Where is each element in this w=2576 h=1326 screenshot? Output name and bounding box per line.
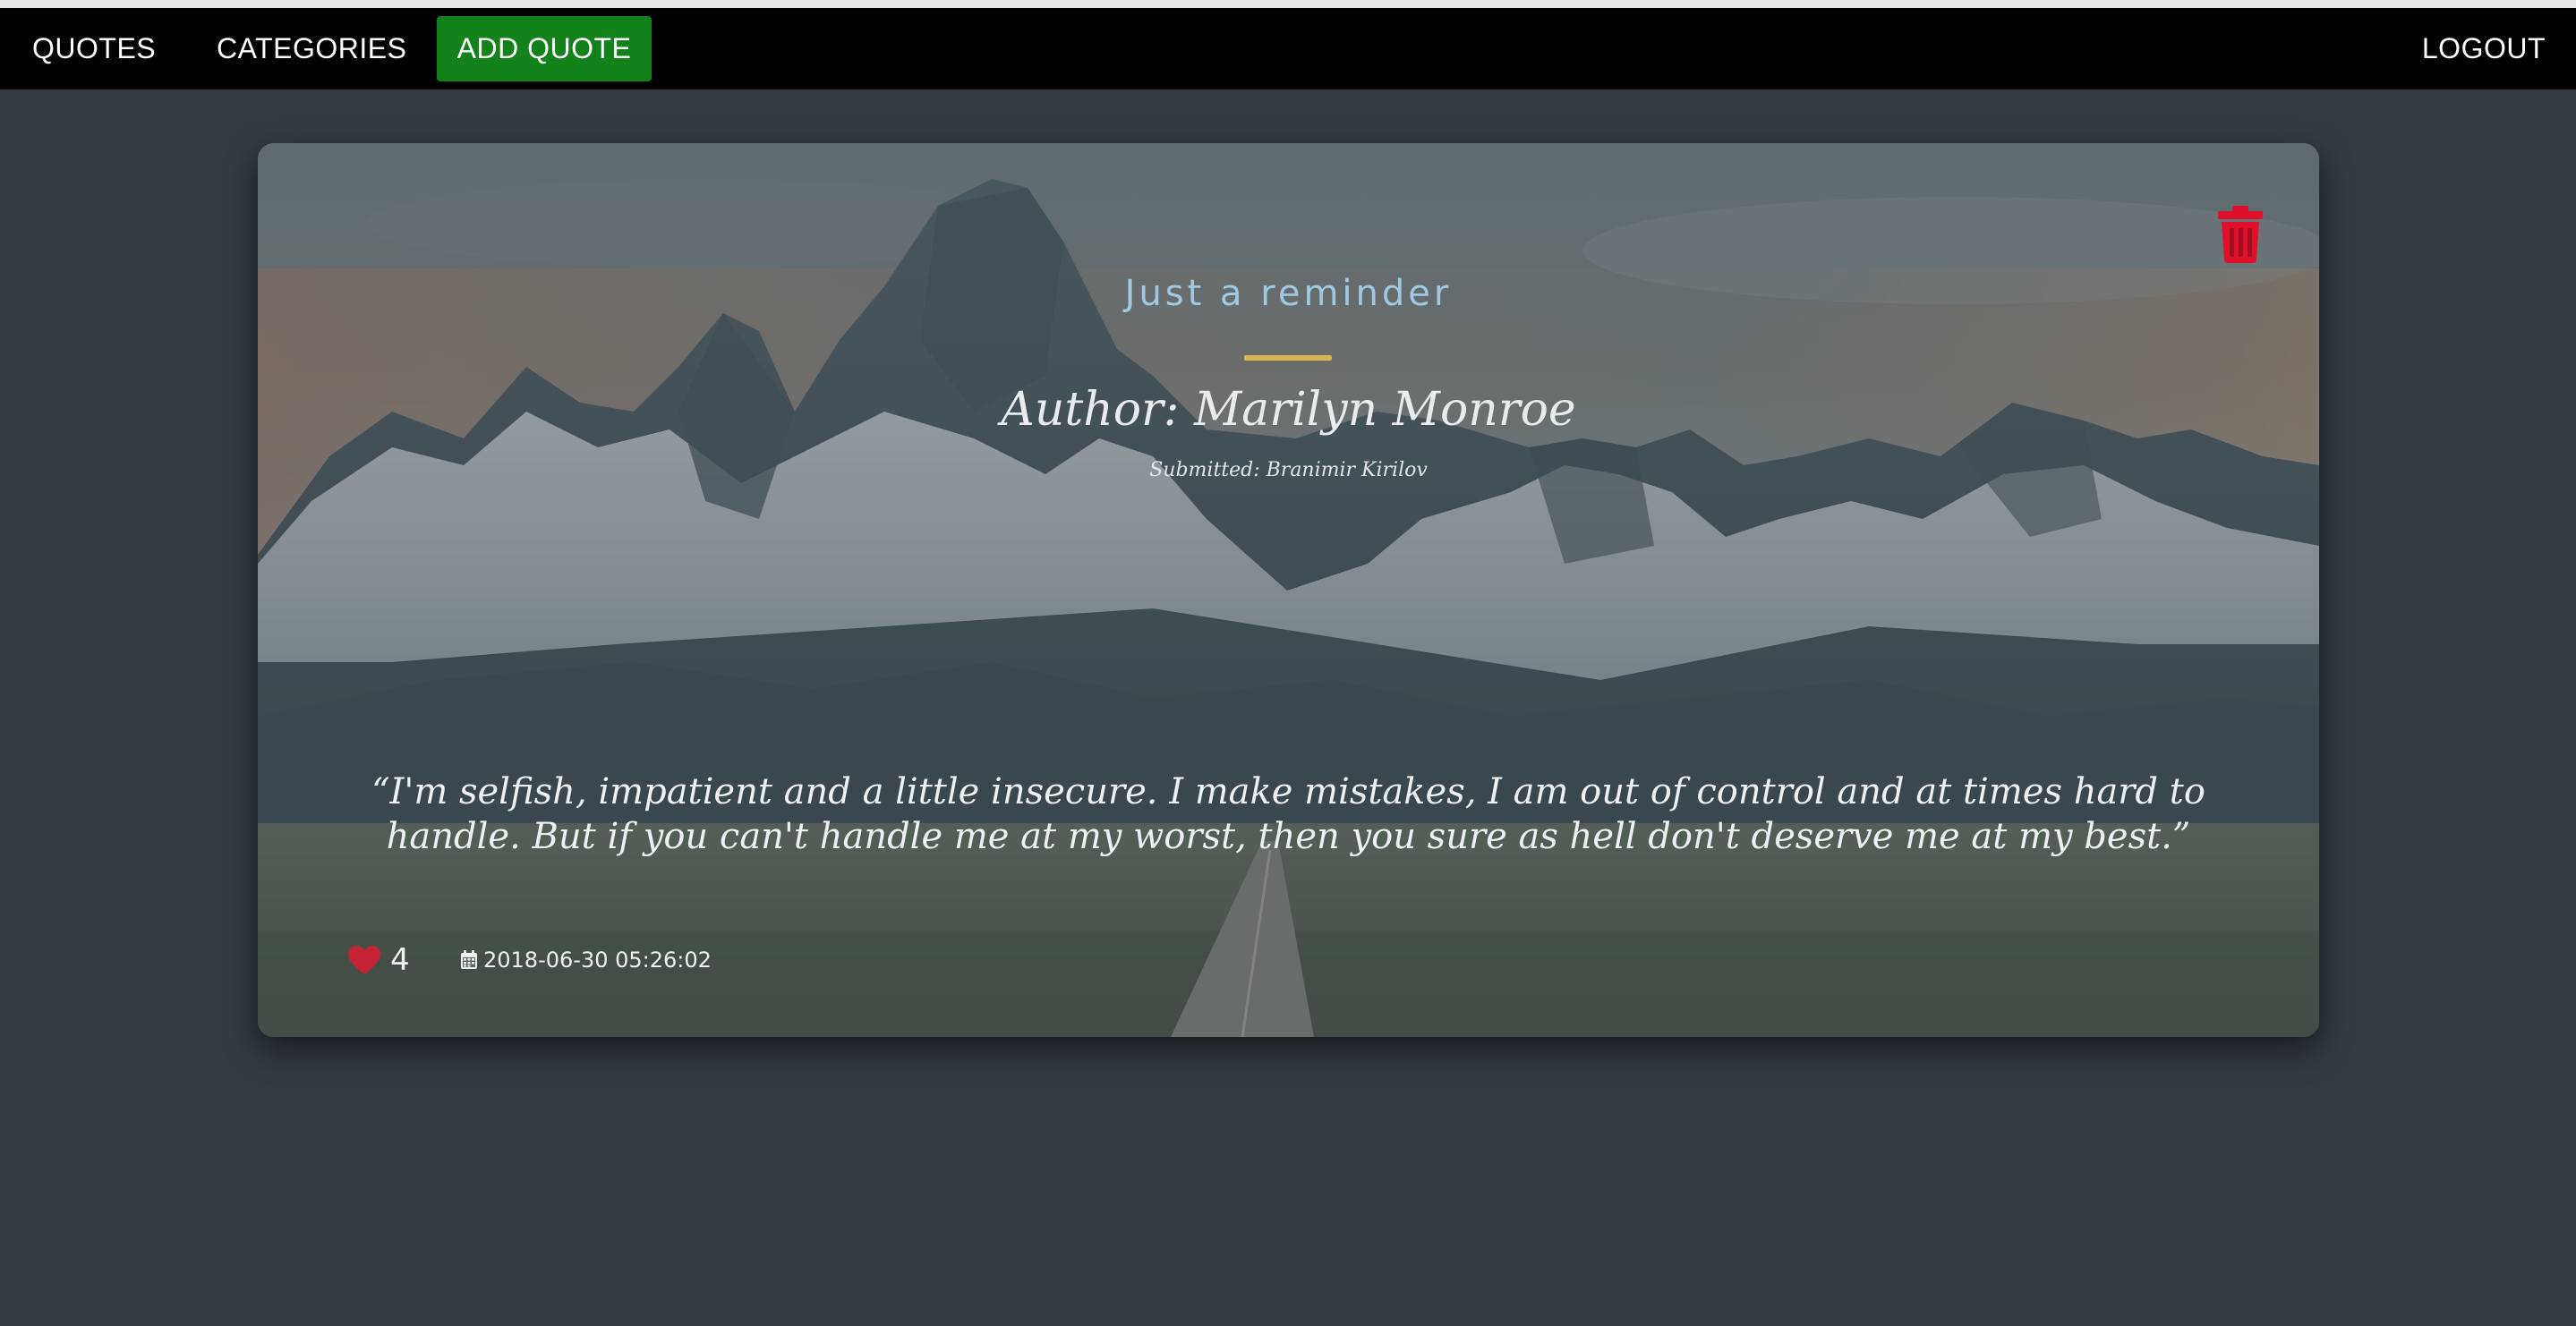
quote-submitted-by: Submitted: Branimir Kirilov	[1149, 459, 1428, 481]
quote-card: Just a reminder Author: Marilyn Monroe S…	[258, 143, 2319, 1037]
quote-date-text: 2018-06-30 05:26:02	[483, 948, 712, 973]
title-divider	[1244, 355, 1332, 361]
top-navbar: QUOTES CATEGORIES ADD QUOTE LOGOUT	[0, 8, 2576, 89]
trash-icon	[2218, 206, 2263, 263]
heart-icon	[348, 946, 380, 974]
like-button[interactable]: 4	[347, 938, 410, 982]
nav-quotes-link[interactable]: QUOTES	[32, 16, 156, 81]
nav-add-quote-button[interactable]: ADD QUOTE	[437, 16, 652, 81]
calendar-icon	[461, 950, 477, 969]
delete-quote-button[interactable]	[2216, 206, 2265, 263]
quote-category-title: Just a reminder	[1124, 273, 1453, 314]
like-count: 4	[390, 942, 410, 978]
quote-text: “I'm selfish, impatient and a little ins…	[371, 771, 2205, 857]
nav-categories-link[interactable]: CATEGORIES	[217, 16, 406, 81]
window-top-strip	[0, 0, 2576, 8]
quote-date: 2018-06-30 05:26:02	[460, 947, 712, 973]
quote-author: Author: Marilyn Monroe	[1001, 383, 1576, 437]
nav-logout-link[interactable]: LOGOUT	[2422, 16, 2546, 81]
